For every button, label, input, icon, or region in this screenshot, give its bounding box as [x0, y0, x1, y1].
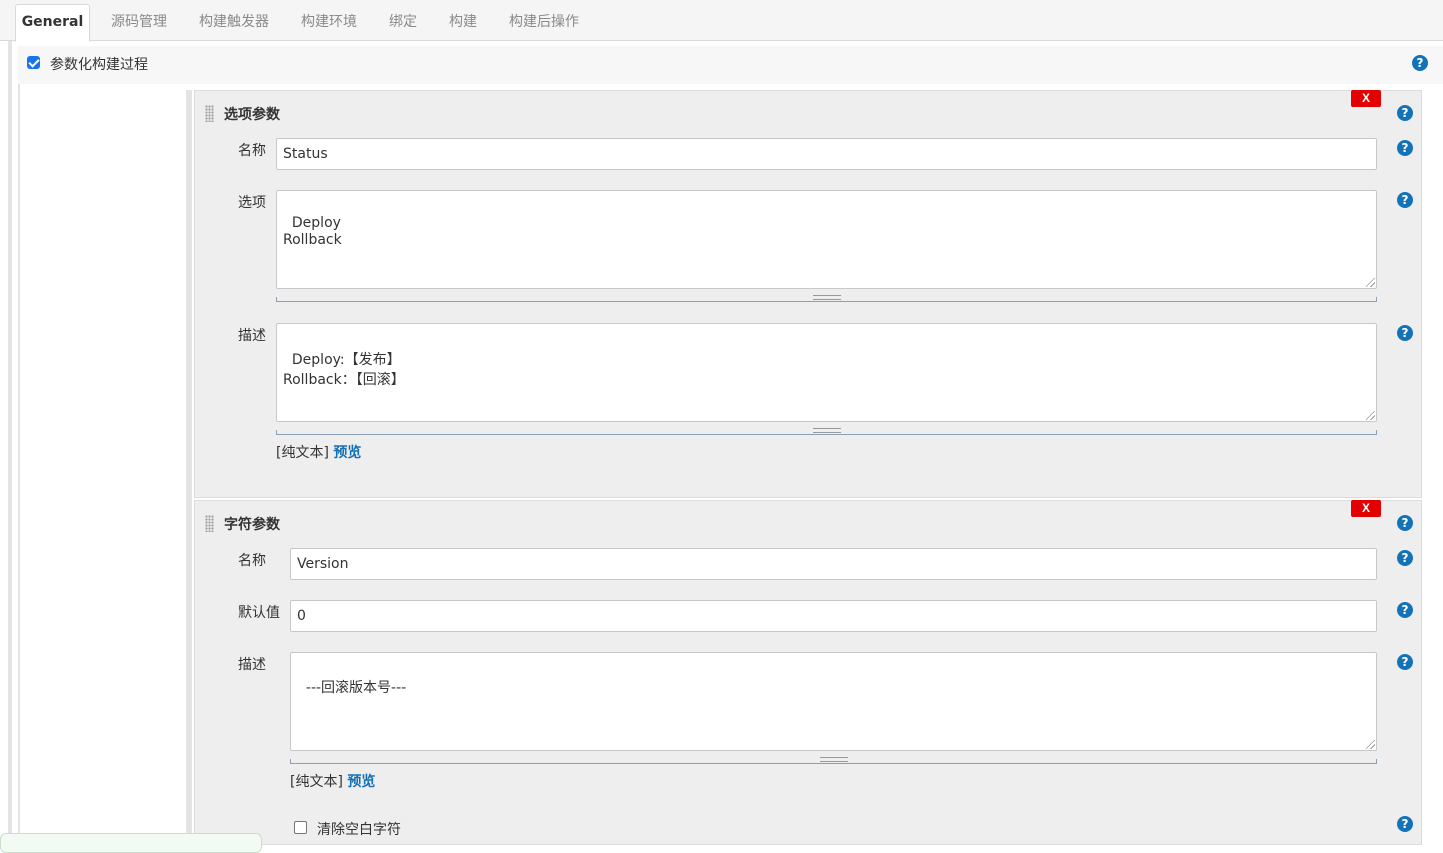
choice-name-input[interactable]: Status	[276, 138, 1377, 170]
help-icon[interactable]: ?	[1397, 816, 1413, 832]
name-label: 名称	[238, 143, 266, 159]
description-label: 描述	[238, 328, 266, 344]
default-value-label: 默认值	[238, 605, 280, 621]
description-text: ---回滚版本号---	[305, 680, 407, 696]
drag-handle-icon[interactable]	[205, 105, 214, 122]
preview-link[interactable]: 预览	[347, 774, 375, 790]
tab-build-triggers[interactable]: 构建触发器	[192, 8, 276, 41]
drag-handle-icon[interactable]	[205, 515, 214, 532]
delete-string-parameter-button[interactable]: X	[1351, 500, 1381, 517]
description-label: 描述	[238, 657, 266, 673]
help-icon[interactable]: ?	[1412, 55, 1428, 71]
help-icon[interactable]: ?	[1397, 654, 1413, 670]
format-text: [纯文本]	[276, 445, 329, 461]
help-icon[interactable]: ?	[1397, 140, 1413, 156]
tab-general[interactable]: General	[15, 4, 90, 42]
delete-choice-parameter-button[interactable]: X	[1351, 90, 1381, 107]
default-value-input[interactable]: 0	[290, 600, 1377, 632]
textarea-resize-bar[interactable]	[290, 757, 1377, 764]
string-description-textarea[interactable]: ---回滚版本号---	[290, 652, 1377, 751]
resize-handle-icon[interactable]	[820, 757, 848, 762]
description-format: [纯文本] 预览	[290, 771, 375, 791]
tab-post-build[interactable]: 构建后操作	[502, 8, 586, 41]
section-rule	[18, 84, 20, 840]
parameterized-checkbox[interactable]	[27, 56, 40, 69]
trim-checkbox[interactable]	[294, 821, 307, 834]
parameterized-label: 参数化构建过程	[50, 57, 148, 73]
choices-text: Deploy Rollback	[283, 215, 342, 248]
tab-bindings[interactable]: 绑定	[382, 8, 424, 41]
choices-textarea[interactable]: Deploy Rollback	[276, 190, 1377, 289]
description-text: Deploy:【发布】 Rollback：【回滚】	[283, 352, 405, 388]
resize-grip-icon[interactable]	[1366, 278, 1375, 287]
choice-parameter-title: 选项参数	[224, 107, 280, 123]
choices-label: 选项	[238, 195, 266, 211]
string-parameter-title: 字符参数	[224, 517, 280, 533]
resize-grip-icon[interactable]	[1366, 411, 1375, 420]
resize-handle-icon[interactable]	[813, 428, 841, 433]
help-icon[interactable]: ?	[1397, 550, 1413, 566]
tab-build-environment[interactable]: 构建环境	[294, 8, 364, 41]
tab-source-code[interactable]: 源码管理	[104, 8, 174, 41]
textarea-resize-bar[interactable]	[276, 428, 1377, 435]
name-label: 名称	[238, 553, 266, 569]
string-name-input[interactable]: Version	[290, 548, 1377, 580]
description-format: [纯文本] 预览	[276, 442, 361, 462]
help-icon[interactable]: ?	[1397, 105, 1413, 121]
resize-grip-icon[interactable]	[1366, 740, 1375, 749]
textarea-resize-bar[interactable]	[276, 295, 1377, 302]
resize-handle-icon[interactable]	[813, 295, 841, 300]
nested-rule	[186, 90, 192, 840]
tab-build[interactable]: 构建	[442, 8, 484, 41]
parameterized-row	[18, 46, 1443, 84]
preview-link[interactable]: 预览	[333, 445, 361, 461]
status-notification	[0, 833, 262, 853]
trim-label: 清除空白字符	[317, 822, 401, 838]
help-icon[interactable]: ?	[1397, 325, 1413, 341]
section-rule	[8, 41, 12, 840]
help-icon[interactable]: ?	[1397, 192, 1413, 208]
format-text: [纯文本]	[290, 774, 343, 790]
help-icon[interactable]: ?	[1397, 515, 1413, 531]
choice-description-textarea[interactable]: Deploy:【发布】 Rollback：【回滚】	[276, 323, 1377, 422]
help-icon[interactable]: ?	[1397, 602, 1413, 618]
tab-bar: General 源码管理 构建触发器 构建环境 绑定 构建 构建后操作	[0, 0, 1443, 42]
